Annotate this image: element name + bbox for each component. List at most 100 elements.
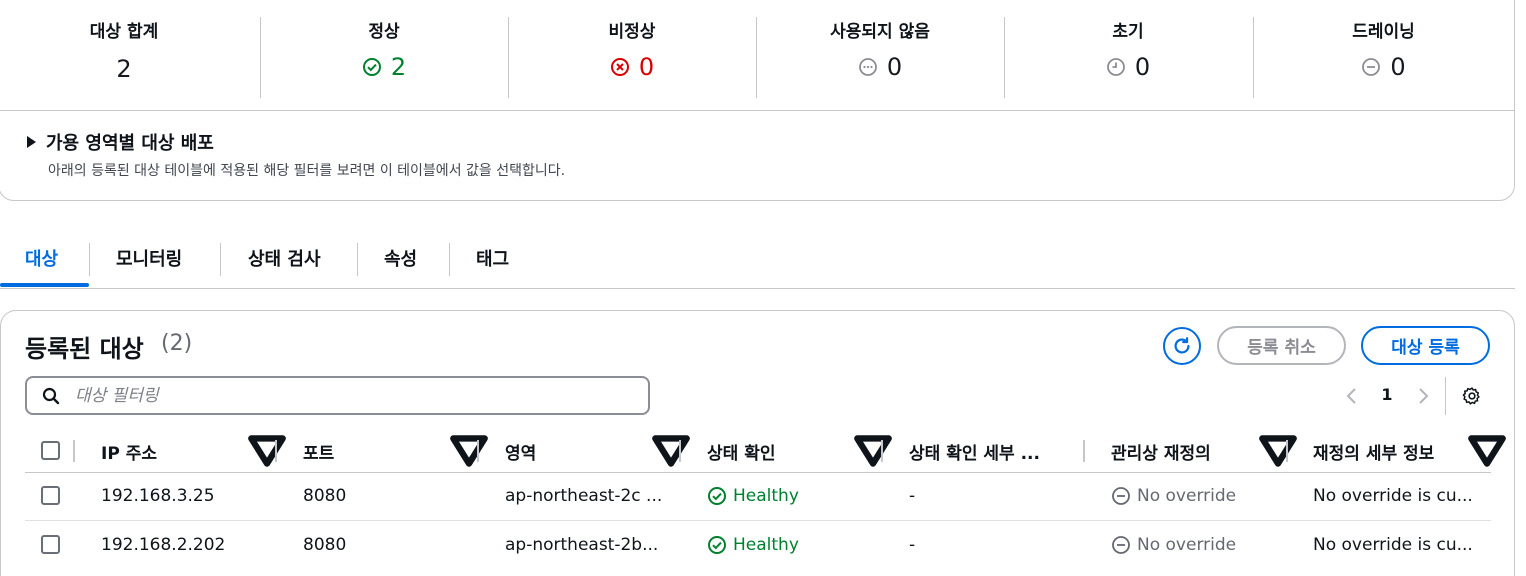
current-page-number[interactable]: 1 — [1379, 385, 1395, 404]
stat-unused-number: 0 — [886, 53, 903, 81]
column-label: 관리상 재정의 — [1111, 443, 1211, 464]
sort-icon[interactable] — [245, 429, 289, 473]
deregister-button[interactable]: 등록 취소 — [1217, 326, 1346, 365]
stat-unused: 사용되지 않음 0 — [756, 17, 1004, 98]
stat-total-label: 대상 합계 — [89, 22, 159, 42]
target-filter-input[interactable] — [75, 385, 595, 406]
select-all-checkbox[interactable] — [41, 441, 60, 460]
cell-health-detail: - — [909, 535, 916, 555]
tab-attributes[interactable]: 속성 — [384, 238, 417, 278]
cell-ip: 192.168.3.25 — [101, 486, 215, 506]
table-row[interactable]: 192.168.3.25 8080 ap-northeast-2c ... He… — [25, 472, 1491, 521]
search-icon — [42, 387, 60, 404]
stat-initial-value[interactable]: 0 — [1004, 53, 1252, 81]
stat-unused-value[interactable]: 0 — [756, 53, 1004, 81]
clock-icon — [1106, 58, 1125, 76]
check-circle-icon — [362, 58, 381, 76]
override-status-text: No override — [1137, 535, 1237, 555]
gear-icon[interactable] — [1462, 386, 1482, 406]
status-stats: 대상 합계 2 정상 2 비정상 0 사용되지 않음 0 초기 0 드레이닝 0 — [0, 1, 1514, 111]
refresh-button[interactable] — [1163, 327, 1201, 365]
stat-healthy: 정상 2 — [260, 17, 508, 98]
minus-circle-icon — [1112, 487, 1130, 505]
column-header-override-detail[interactable]: 재정의 세부 정보 — [1313, 429, 1434, 473]
stat-initial-number: 0 — [1134, 53, 1151, 81]
column-header-health-detail[interactable]: 상태 확인 세부 ... — [909, 429, 1040, 473]
cell-override: No override — [1111, 472, 1281, 520]
stat-total-value: 2 — [0, 55, 249, 83]
column-divider — [73, 440, 75, 462]
column-label: 상태 확인 — [707, 443, 776, 464]
column-divider — [1083, 440, 1085, 462]
column-label: IP 주소 — [101, 443, 157, 464]
stat-draining: 드레이닝 0 — [1253, 17, 1514, 98]
cell-override-detail: No override is cu... — [1313, 535, 1473, 555]
column-header-ip[interactable]: IP 주소 — [101, 429, 157, 473]
column-divider — [1286, 440, 1288, 462]
check-circle-icon — [708, 487, 726, 505]
stat-unhealthy-value[interactable]: 0 — [508, 53, 756, 81]
register-targets-button[interactable]: 대상 등록 — [1361, 326, 1490, 365]
cell-port: 8080 — [303, 535, 347, 555]
target-summary-card: 대상 합계 2 정상 2 비정상 0 사용되지 않음 0 초기 0 드레이닝 0… — [0, 0, 1515, 201]
sort-icon[interactable] — [649, 429, 693, 473]
column-header-zone[interactable]: 영역 — [505, 429, 536, 473]
override-status-text: No override — [1137, 486, 1237, 506]
minus-circle-icon — [1362, 58, 1381, 76]
az-distribution-title: 가용 영역별 대상 배포 — [46, 133, 214, 154]
az-distribution-toggle[interactable]: 가용 영역별 대상 배포 — [27, 129, 214, 155]
table-header: IP 주소 포트 영역 상태 확인 상태 확인 세부 ... 관리상 재정의 재… — [25, 429, 1506, 473]
stat-healthy-number: 2 — [390, 53, 407, 81]
table-row[interactable]: 192.168.2.202 8080 ap-northeast-2b... He… — [25, 521, 1491, 570]
row-checkbox[interactable] — [41, 535, 60, 554]
column-label: 상태 확인 세부 ... — [909, 443, 1040, 464]
column-header-port[interactable]: 포트 — [303, 429, 334, 473]
minus-circle-icon — [1112, 536, 1130, 554]
tab-divider — [357, 243, 358, 276]
stat-total: 대상 합계 2 — [0, 17, 249, 98]
error-circle-icon — [610, 58, 629, 76]
column-header-override[interactable]: 관리상 재정의 — [1111, 429, 1211, 473]
stat-total-number: 2 — [116, 55, 132, 83]
sort-icon[interactable] — [1256, 429, 1300, 473]
cell-override: No override — [1111, 521, 1281, 569]
cell-port: 8080 — [303, 486, 347, 506]
cell-override-detail: No override is cu... — [1313, 486, 1473, 506]
health-status-text: Healthy — [733, 486, 799, 506]
tab-divider — [449, 243, 450, 276]
registered-targets-card: 등록된 대상 (2) 등록 취소 대상 등록 1 IP 주소 포트 영역 상태 … — [0, 310, 1515, 576]
cell-health: Healthy — [707, 521, 877, 569]
sort-icon[interactable] — [447, 429, 491, 473]
tab-health-checks[interactable]: 상태 검사 — [248, 238, 321, 278]
tab-monitoring[interactable]: 모니터링 — [116, 238, 182, 278]
previous-page-icon[interactable] — [1344, 384, 1360, 408]
az-distribution-description: 아래의 등록된 대상 테이블에 적용된 해당 필터를 보려면 이 테이블에서 값… — [48, 163, 566, 179]
cell-zone: ap-northeast-2b... — [505, 535, 659, 555]
refresh-icon — [1174, 337, 1190, 354]
stat-healthy-value[interactable]: 2 — [260, 53, 508, 81]
row-checkbox[interactable] — [41, 486, 60, 505]
summary-divider — [0, 110, 1514, 111]
cell-health: Healthy — [707, 472, 877, 520]
stat-unhealthy-number: 0 — [638, 53, 655, 81]
column-header-health[interactable]: 상태 확인 — [707, 429, 775, 473]
tab-divider — [89, 243, 90, 276]
column-label: 영역 — [505, 443, 537, 464]
column-label: 재정의 세부 정보 — [1313, 443, 1435, 464]
tab-divider — [220, 243, 221, 276]
column-divider — [881, 440, 883, 462]
cell-health-detail: - — [909, 486, 916, 506]
stat-draining-value[interactable]: 0 — [1253, 53, 1514, 81]
target-filter — [25, 376, 650, 415]
health-status-text: Healthy — [733, 535, 799, 555]
next-page-icon[interactable] — [1415, 384, 1431, 408]
tab-tags[interactable]: 태그 — [476, 238, 509, 278]
column-divider — [275, 440, 277, 462]
pager-divider — [1445, 377, 1446, 415]
tab-targets[interactable]: 대상 — [25, 238, 58, 278]
registered-targets-title: 등록된 대상 — [25, 335, 144, 363]
sort-icon[interactable] — [851, 429, 895, 473]
stat-healthy-label: 정상 — [368, 22, 400, 42]
sort-icon[interactable] — [1465, 429, 1509, 473]
stat-unused-label: 사용되지 않음 — [830, 22, 930, 42]
